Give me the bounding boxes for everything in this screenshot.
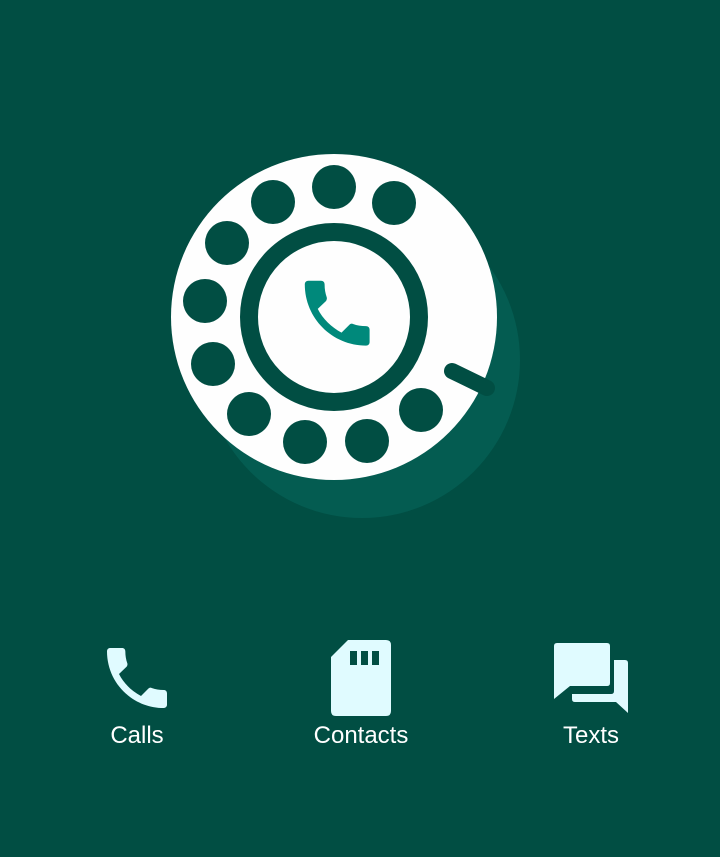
nav-calls-button[interactable]: Calls (57, 636, 217, 750)
nav-texts-label: Texts (562, 722, 619, 749)
dial-center-ring (240, 223, 428, 411)
rotary-dial-logo (171, 154, 520, 518)
nav-contacts-button[interactable]: Contacts (281, 636, 441, 750)
chat-bubbles-icon (551, 636, 631, 720)
sim-card-icon (321, 636, 401, 720)
bottom-nav: Calls Contacts Texts (0, 636, 720, 766)
nav-contacts-label: Contacts (313, 722, 409, 749)
nav-texts-button[interactable]: Texts (511, 636, 671, 750)
phone-icon (97, 636, 177, 720)
nav-calls-label: Calls (110, 722, 164, 749)
